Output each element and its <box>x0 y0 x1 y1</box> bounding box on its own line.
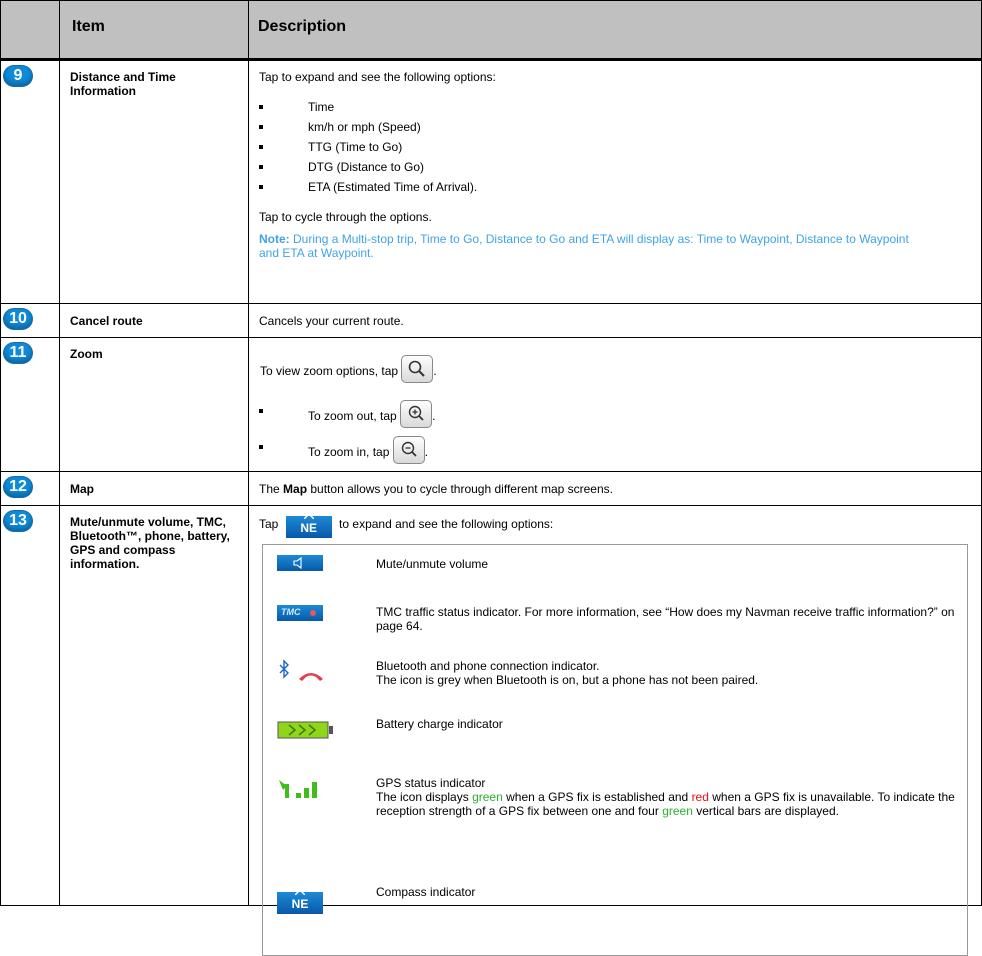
bullet-icon <box>259 105 263 109</box>
bullet-icon <box>259 409 263 413</box>
number-cell: 12 <box>1 472 60 505</box>
view-zoom-text: To view zoom options, tap . <box>260 355 437 383</box>
item-label: Distance and Time Information <box>70 70 176 98</box>
battery-icon <box>277 720 335 743</box>
table-row: 12 Map The Map button allows you to cycl… <box>0 471 982 505</box>
desc-text: The Map button allows you to cycle throu… <box>259 482 613 496</box>
number-cell: 9 <box>1 61 60 303</box>
description-cell: The Map button allows you to cycle throu… <box>249 472 981 505</box>
intro-text: Tap to expand and see the following opti… <box>259 70 496 84</box>
number-cell: 10 <box>1 304 60 337</box>
bluetooth-phone-icon <box>275 657 329 688</box>
item-cell: Mute/unmute volume, TMC, Bluetooth™, pho… <box>60 506 249 905</box>
header-item-cell: Item <box>60 1 249 58</box>
zoom-plus-icon <box>400 400 433 428</box>
description-cell: Tap NE to expand and see the following o… <box>249 506 981 956</box>
number-cell: 11 <box>1 338 60 471</box>
item-label: Map <box>70 482 94 496</box>
speaker-icon <box>277 555 323 571</box>
header-description: Description <box>258 18 347 35</box>
table-header: Item Description <box>0 0 982 60</box>
item-cell: Map <box>60 472 249 505</box>
item-cell: Distance and Time Information <box>60 61 249 303</box>
description-cell: Tap to expand and see the following opti… <box>249 61 981 303</box>
desc-text: Cancels your current route. <box>259 314 404 328</box>
item-cell: Zoom <box>60 338 249 471</box>
bullet-icon <box>259 125 263 129</box>
number-cell: 13 <box>1 506 60 905</box>
item-cell: Cancel route <box>60 304 249 337</box>
options-box: Mute/unmute volume TMC TMC traffic statu… <box>262 544 968 956</box>
note-text: Note: During a Multi-stop trip, Time to … <box>259 232 909 260</box>
number-badge-icon: 12 <box>4 477 32 497</box>
item-label: Cancel route <box>70 314 143 328</box>
table-row: 10 Cancel route Cancels your current rou… <box>0 303 982 337</box>
list-item: Battery charge indicator <box>263 713 967 743</box>
number-badge-icon: 13 <box>4 511 32 531</box>
gps-signal-icon <box>277 776 331 805</box>
table-row: 9 Distance and Time Information Tap to e… <box>0 60 982 303</box>
cycle-text: Tap to cycle through the options. <box>259 210 432 224</box>
table-row: 13 Mute/unmute volume, TMC, Bluetooth™, … <box>0 505 982 956</box>
list-item: TMC TMC traffic status indicator. For mo… <box>263 599 967 639</box>
bullet-icon <box>259 145 263 149</box>
bullet-icon <box>259 165 263 169</box>
bullet-icon <box>259 185 263 189</box>
header-description-cell: Description <box>249 1 981 58</box>
list-item: Mute/unmute volume <box>263 555 967 575</box>
list-item: NE Compass indicator <box>263 881 967 921</box>
number-badge-icon: 9 <box>4 66 32 86</box>
options-table: Item Description 9 Distance and Time Inf… <box>0 0 982 956</box>
table-row: 11 Zoom To view zoom options, tap . To z… <box>0 337 982 471</box>
description-cell: Cancels your current route. <box>249 304 981 337</box>
description-cell: To view zoom options, tap . To zoom out,… <box>249 338 981 471</box>
list-item: Bluetooth and phone connection indicator… <box>263 655 967 695</box>
compass-ne-icon: NE <box>285 513 332 538</box>
zoom-minus-icon <box>392 436 425 464</box>
item-label: Zoom <box>70 347 103 361</box>
tap-text: Tap NE to expand and see the following o… <box>259 513 553 538</box>
bullet-icon <box>259 445 263 449</box>
tmc-icon: TMC <box>277 605 323 621</box>
magnifier-button-icon <box>401 355 434 383</box>
item-label: Mute/unmute volume, TMC, Bluetooth™, pho… <box>70 515 230 571</box>
number-badge-icon: 11 <box>4 343 32 363</box>
header-item: Item <box>72 18 105 35</box>
gps-description: The icon displays green when a GPS fix i… <box>376 790 955 818</box>
header-number-cell <box>1 1 60 58</box>
number-badge-icon: 10 <box>4 309 32 329</box>
list-item: GPS status indicator The icon displays g… <box>263 776 967 866</box>
compass-ne-icon: NE <box>277 889 323 914</box>
